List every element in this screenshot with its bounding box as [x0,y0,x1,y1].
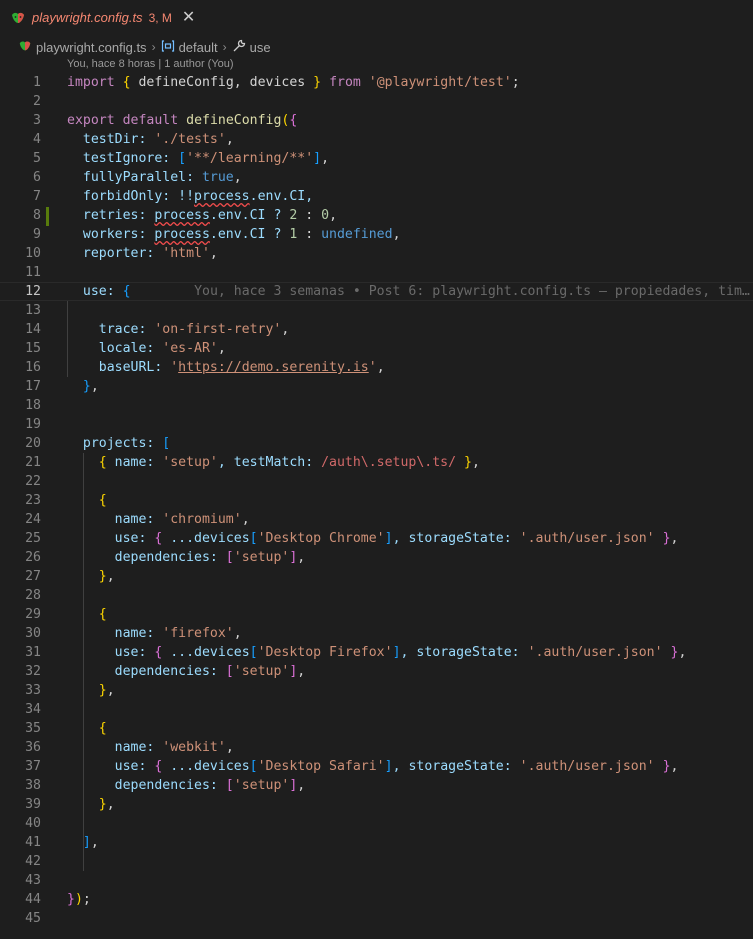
code-line: 31 use: { ...devices['Desktop Firefox'],… [25,645,687,660]
code-line: 37 use: { ...devices['Desktop Safari'], … [25,759,679,774]
code-line: 27 }, [25,569,115,584]
code-line: 40 [25,816,41,831]
playwright-icon [10,10,26,26]
close-icon[interactable]: ✕ [182,9,195,26]
breadcrumb-file[interactable]: playwright.config.ts [36,40,147,55]
code-line: 34 [25,702,41,717]
symbol-variable-icon [161,39,175,56]
code-line: 39 }, [25,797,115,812]
code-line: 15 locale: 'es-AR', [25,341,226,356]
code-line: 13 [25,303,41,318]
code-line: 14 trace: 'on-first-retry', [25,322,290,337]
chevron-right-icon: › [151,40,156,54]
editor-tab-bar: playwright.config.ts 3, M ✕ [0,0,753,35]
code-line: 36 name: 'webkit', [25,740,234,755]
tab-modified-status: 3, M [148,10,172,25]
tab-playwright-config[interactable]: playwright.config.ts 3, M ✕ [0,0,199,35]
code-editor[interactable]: You, hace 8 horas | 1 author (You) 1 impo… [0,58,753,939]
inline-git-blame[interactable]: You, hace 3 semanas • Post 6: playwright… [194,284,750,299]
code-line: 35 { [25,721,107,736]
code-line: 26 dependencies: ['setup'], [25,550,306,565]
code-line: 17 }, [25,379,99,394]
code-line: 29 { [25,607,107,622]
code-line: 25 use: { ...devices['Desktop Chrome'], … [25,531,679,546]
code-line: 24 name: 'chromium', [25,512,250,527]
breadcrumb: playwright.config.ts › default › use [0,36,753,58]
code-line: 7 forbidOnly: !!process.env.CI, [33,189,314,204]
code-line: 43 [25,873,41,888]
code-line: 11 [25,265,41,280]
code-line: 21 { name: 'setup', testMatch: /auth\.se… [25,455,480,470]
chevron-right-icon: › [222,40,227,54]
code-line: 22 [25,474,41,489]
code-line: 4 testDir: './tests', [33,132,234,147]
code-line: 16 baseURL: 'https://demo.serenity.is', [25,360,385,375]
code-line: 42 [25,854,41,869]
code-line: 23 { [25,493,107,508]
code-line: 10 reporter: 'html', [25,246,218,261]
breadcrumb-symbol-default[interactable]: default [179,40,218,55]
code-line: 30 name: 'firefox', [25,626,242,641]
code-line: 44}); [25,892,91,907]
code-line: 33 }, [25,683,115,698]
code-line: 2 [33,94,41,109]
url-link[interactable]: https://demo.serenity.is [178,360,369,375]
code-line: 9 workers: process.env.CI ? 1 : undefine… [33,227,401,242]
code-line: 28 [25,588,41,603]
code-line: 45 [25,911,41,926]
code-line: 20 projects: [ [25,436,171,451]
code-line: 5 testIgnore: ['**/learning/**'], [33,151,330,166]
code-line: 19 [25,417,41,432]
breadcrumb-symbol-use[interactable]: use [250,40,271,55]
code-line: 18 [25,398,41,413]
code-line: 6 fullyParallel: true, [33,170,242,185]
playwright-icon [18,39,32,56]
code-line-current: 12 use: { You, hace 3 semanas • Post 6: … [0,282,753,301]
code-line: 32 dependencies: ['setup'], [25,664,306,679]
codelens-git-blame[interactable]: You, hace 8 horas | 1 author (You) [67,58,234,72]
tab-title: playwright.config.ts [32,10,143,25]
code-line: 8 retries: process.env.CI ? 2 : 0, [33,208,338,223]
code-line: 41 ], [25,835,99,850]
code-line: 1 import { defineConfig, devices } from '… [33,75,520,90]
code-line: 38 dependencies: ['setup'], [25,778,306,793]
code-line: 3 export default defineConfig({ [33,113,298,128]
wrench-icon [232,39,246,56]
